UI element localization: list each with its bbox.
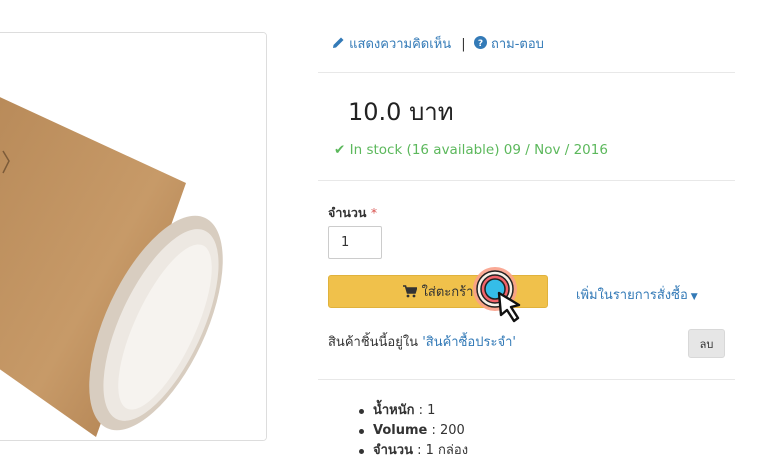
- caret-down-icon: ▼: [690, 292, 698, 302]
- wishlist-label: เพิ่มในรายการสั่งซื้อ: [576, 288, 688, 303]
- spec-item: จำนวน : 1 กล่อง: [358, 441, 469, 461]
- spec-value: : 200: [427, 423, 465, 438]
- qa-link[interactable]: ? ถาม-ตอบ: [470, 36, 544, 52]
- divider-middle: [318, 180, 735, 181]
- stock-text: In stock (16 available) 09 / Nov / 2016: [349, 142, 608, 158]
- spec-key: Volume: [373, 423, 428, 438]
- top-links: แสดงความคิดเห็น | ? ถาม-ตอบ: [332, 33, 544, 54]
- add-to-wishlist-dropdown[interactable]: เพิ่มในรายการสั่งซื้อ ▼: [576, 284, 698, 305]
- product-price: 10.0 บาท: [348, 98, 454, 126]
- qa-link-label: ถาม-ตอบ: [490, 37, 544, 52]
- regular-purchase-link[interactable]: 'สินค้าซื้อประจำ': [422, 335, 516, 350]
- add-to-cart-label: ใส่ตะกร้า: [421, 285, 474, 300]
- spec-value: : 1 กล่อง: [413, 443, 469, 458]
- required-mark: *: [370, 205, 378, 220]
- hand-pointer-icon: [473, 267, 521, 323]
- quantity-input[interactable]: [328, 226, 382, 259]
- quantity-label-text: จำนวน: [328, 205, 367, 220]
- quantity-label: จำนวน *: [328, 203, 377, 223]
- check-icon: ✔: [334, 142, 346, 158]
- stock-status: ✔ In stock (16 available) 09 / Nov / 201…: [334, 142, 608, 158]
- pencil-icon: [333, 37, 344, 48]
- spec-item: Volume : 200: [358, 421, 468, 441]
- product-specs: น้ำหนัก : 1 Volume : 200 จำนวน : 1 กล่อง: [358, 401, 469, 461]
- link-separator: |: [461, 37, 466, 52]
- product-image: [0, 33, 266, 440]
- question-circle-icon: ?: [473, 36, 487, 49]
- review-link[interactable]: แสดงความคิดเห็น: [332, 37, 455, 52]
- spec-value: : 1: [414, 403, 436, 418]
- spec-key: น้ำหนัก: [373, 403, 415, 418]
- note-prefix: สินค้าชิ้นนี้อยู่ใน: [328, 335, 419, 350]
- wishlist-note: สินค้าชิ้นนี้อยู่ใน 'สินค้าซื้อประจำ': [328, 331, 516, 352]
- spec-key: จำนวน: [373, 443, 413, 458]
- review-link-label: แสดงความคิดเห็น: [349, 37, 452, 52]
- spec-item: น้ำหนัก : 1: [358, 401, 468, 421]
- delete-button[interactable]: ลบ: [688, 329, 725, 358]
- divider-top: [318, 72, 735, 73]
- product-image-panel: [0, 32, 267, 441]
- divider-bottom: [318, 379, 735, 380]
- shopping-cart-icon: [402, 285, 417, 298]
- svg-text:?: ?: [478, 39, 483, 49]
